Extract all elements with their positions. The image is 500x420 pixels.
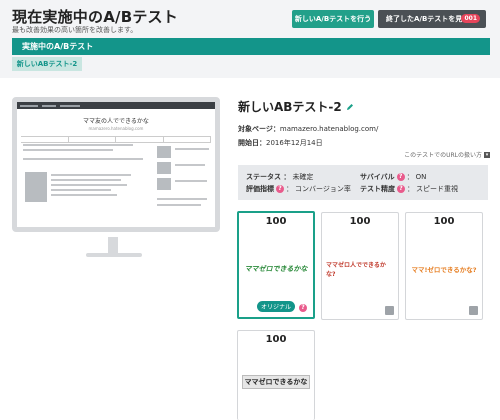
preview-site-subtitle: mamazero.hatenablog.com bbox=[88, 126, 144, 131]
variant-card-3[interactable]: 100 ママ!ゼロできるかな? bbox=[405, 212, 483, 320]
variant-card-original[interactable]: 100 ママゼロできるかな オリジナル ? bbox=[237, 211, 315, 319]
variant-card-2[interactable]: 100 ママゼロ人でできるかな? bbox=[321, 212, 399, 320]
new-ab-test-button[interactable]: 新しいA/Bテストを行う bbox=[292, 10, 374, 28]
start-date-label: 開始日： bbox=[238, 139, 266, 147]
page-subtitle: 最も改善効果の高い箇所を改善します。 bbox=[12, 26, 138, 34]
preview-navbar bbox=[17, 102, 215, 109]
survival-value: ON bbox=[415, 173, 427, 181]
help-icon[interactable]: ? bbox=[397, 185, 405, 193]
monitor-stand-base bbox=[86, 253, 142, 257]
precision-value: スピード重視 bbox=[416, 185, 458, 193]
caret-down-icon: ▾ bbox=[484, 151, 490, 158]
original-badge: オリジナル bbox=[257, 301, 296, 312]
metric-field: 評価指標 ? ： コンバージョン率 bbox=[246, 185, 351, 193]
variant-score: 100 bbox=[349, 216, 371, 227]
variant-banner-image: ママゼロできるかな bbox=[244, 265, 308, 273]
target-page-value: mamazero.hatenablog.com/ bbox=[279, 125, 379, 133]
survival-field: サバイバル ? ： ON bbox=[360, 173, 427, 181]
url-handling-label: このテストでのURLの扱い方 bbox=[404, 152, 482, 159]
page-title: 現在実施中のA/Bテスト bbox=[12, 8, 178, 26]
status-value: 未確定 bbox=[292, 173, 314, 181]
variant-score: 100 bbox=[433, 216, 455, 227]
preview-site-title: ママ友の人でできるかな bbox=[83, 118, 149, 125]
ab-test-dashboard: 現在実施中のA/Bテスト 最も改善効果の高い箇所を改善します。 新しいA/Bテス… bbox=[0, 0, 500, 420]
trash-icon[interactable] bbox=[469, 306, 478, 315]
trash-icon[interactable] bbox=[385, 306, 394, 315]
test-name-heading: 新しいABテスト-2 bbox=[238, 98, 354, 115]
survival-label: サバイバル bbox=[360, 173, 395, 181]
preview-article-image bbox=[25, 172, 47, 202]
running-tests-header: 実施中のA/Bテスト bbox=[12, 38, 490, 55]
variant-banner-image: ママ!ゼロできるかな? bbox=[411, 266, 477, 274]
help-icon[interactable]: ? bbox=[299, 304, 307, 312]
variant-score: 100 bbox=[265, 334, 287, 345]
finished-ab-tests-label: 終了したA/Bテストを見る bbox=[386, 15, 470, 23]
test-status-box: ステータス ： 未確定 サバイバル ? ： ON 評価指標 ? ： コンバージョ… bbox=[238, 165, 488, 200]
precision-field: テスト精度 ? ： スピード重視 bbox=[360, 185, 458, 193]
finished-ab-tests-button[interactable]: 終了したA/Bテストを見る 001 bbox=[378, 10, 486, 28]
precision-label: テスト精度 bbox=[360, 185, 395, 193]
finished-count-badge: 001 bbox=[461, 14, 480, 23]
pencil-icon[interactable] bbox=[346, 103, 354, 111]
preview-tabs bbox=[21, 136, 211, 143]
tab-test-2[interactable]: 新しいABテスト-2 bbox=[12, 57, 82, 71]
preview-screen: ママ友の人でできるかな mamazero.hatenablog.com bbox=[17, 102, 215, 227]
url-handling-link[interactable]: このテストでのURLの扱い方 ▾ bbox=[404, 150, 490, 159]
start-date-row: 開始日：2016年12月14日 bbox=[238, 138, 323, 148]
status-field: ステータス ： 未確定 bbox=[246, 172, 360, 182]
help-icon[interactable]: ? bbox=[276, 185, 284, 193]
target-page-row: 対象ページ：mamazero.hatenablog.com/ bbox=[238, 124, 378, 134]
target-page-label: 対象ページ： bbox=[238, 125, 280, 133]
variant-score: 100 bbox=[265, 216, 287, 227]
metric-label: 評価指標 bbox=[246, 185, 274, 193]
variant-banner-image: ママゼロ人でできるかな? bbox=[326, 262, 386, 278]
metric-value: コンバージョン率 bbox=[295, 185, 351, 193]
test-name: 新しいABテスト-2 bbox=[238, 100, 342, 114]
start-date-value: 2016年12月14日 bbox=[266, 139, 323, 147]
variant-banner-image: ママゼロできるかな bbox=[242, 375, 310, 389]
help-icon[interactable]: ? bbox=[396, 173, 405, 181]
status-label: ステータス ： bbox=[246, 173, 291, 181]
page-preview-monitor[interactable]: ママ友の人でできるかな mamazero.hatenablog.com bbox=[12, 97, 220, 232]
variant-card-4[interactable]: 100 ママゼロできるかな bbox=[237, 330, 315, 420]
